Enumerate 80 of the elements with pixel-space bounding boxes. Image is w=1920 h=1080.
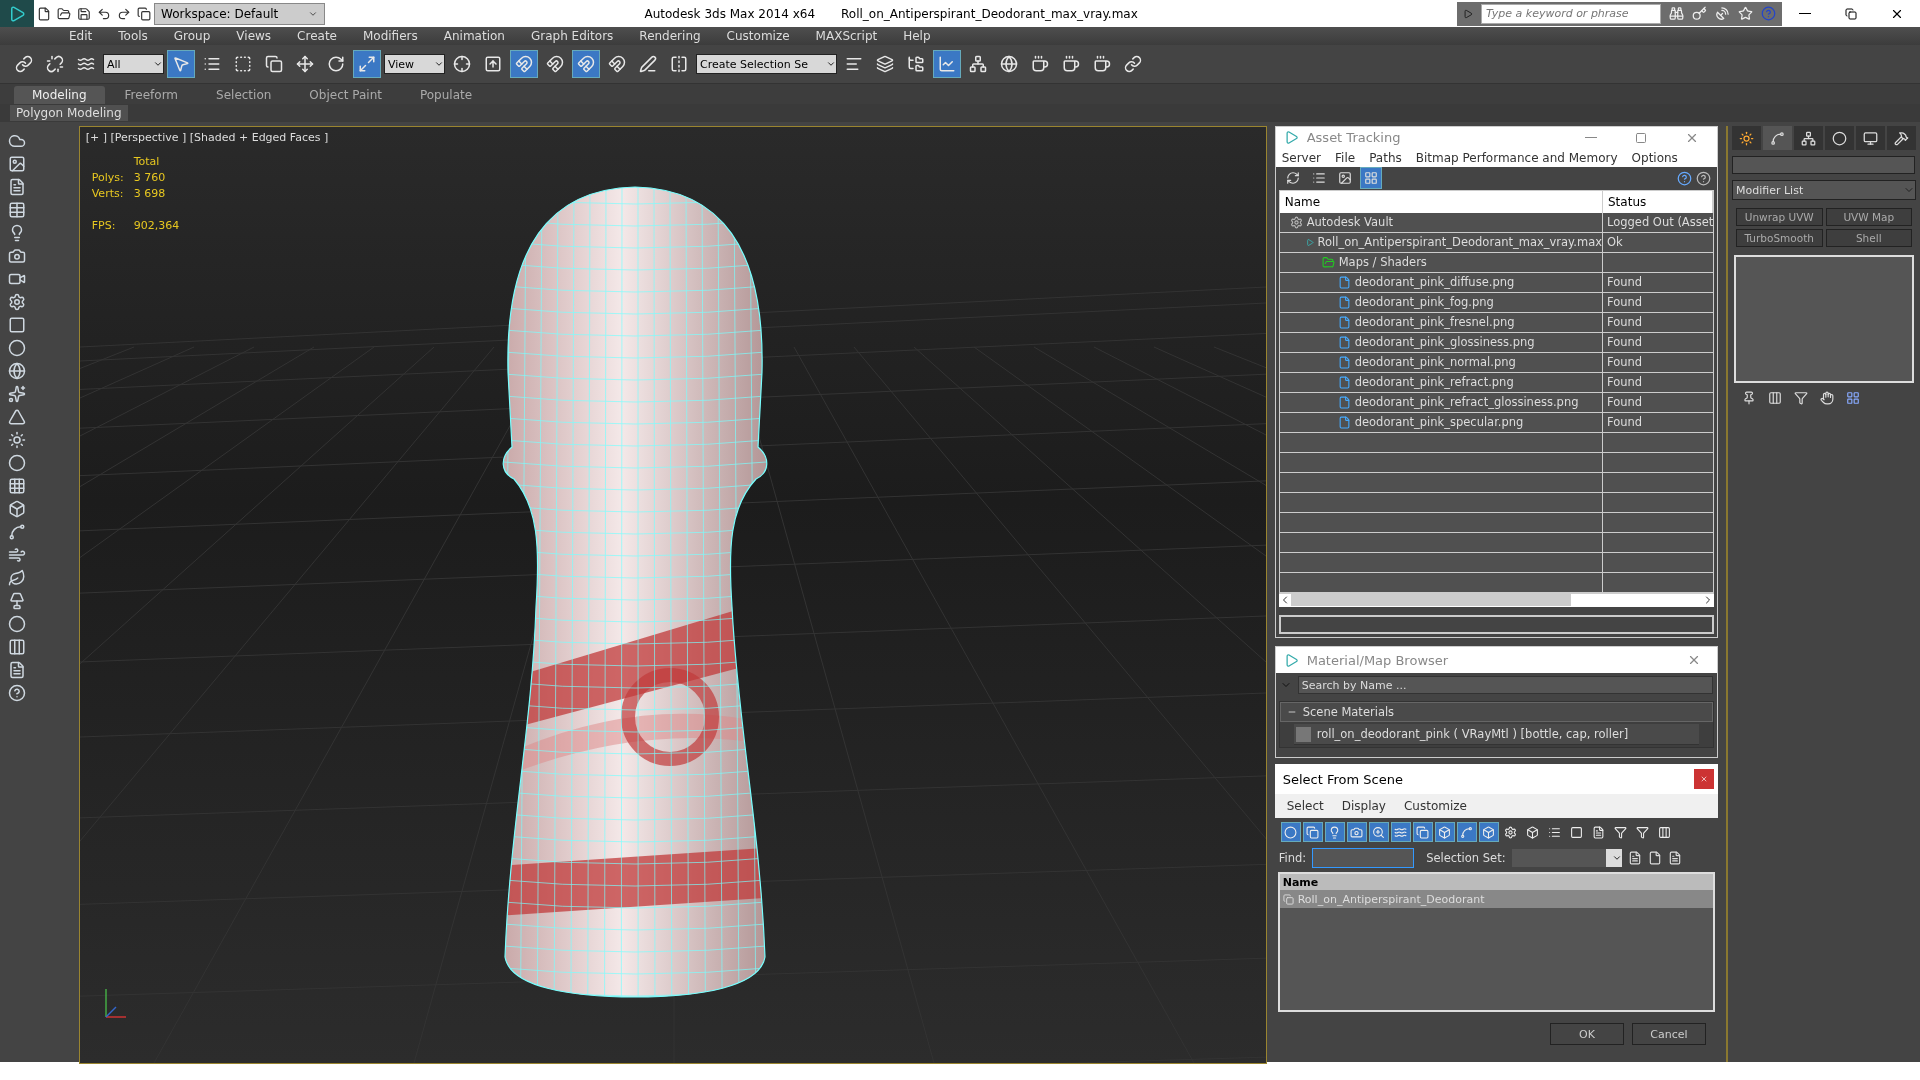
menu-item[interactable]: MAXScript bbox=[802, 29, 891, 43]
asset-name[interactable]: Maps / Shaders bbox=[1338, 255, 1427, 270]
asset-status: Logged Out (Asset bbox=[1606, 214, 1713, 232]
menu-item[interactable]: Select bbox=[1286, 799, 1324, 813]
menu-item[interactable]: File bbox=[1335, 150, 1356, 165]
group-header[interactable]: Scene Materials bbox=[1279, 702, 1713, 722]
menu-item[interactable]: Graph Editors bbox=[517, 29, 627, 43]
stats-label: FPS: bbox=[91, 219, 117, 232]
asset-name[interactable]: deodorant_pink_specular.png bbox=[1354, 415, 1524, 430]
ribbon-tab[interactable]: Modeling bbox=[14, 86, 105, 104]
column-header[interactable]: Status bbox=[1603, 190, 1713, 213]
ribbon-tab[interactable]: Selection bbox=[198, 86, 290, 104]
asset-name[interactable]: deodorant_pink_fresnel.png bbox=[1354, 315, 1515, 330]
menu-item[interactable]: Bitmap Performance and Memory bbox=[1415, 150, 1618, 165]
menu-item[interactable]: Create bbox=[284, 29, 350, 43]
column-header[interactable]: Name bbox=[1279, 190, 1603, 213]
asset-status: Found bbox=[1606, 274, 1644, 292]
stats-header: Total bbox=[133, 155, 161, 168]
toolbar-dropdown[interactable]: View bbox=[384, 54, 445, 74]
menu-item[interactable]: Display bbox=[1341, 799, 1386, 813]
menu-item[interactable]: Server bbox=[1281, 150, 1322, 165]
search-field[interactable]: Type a keyword or phrase bbox=[1481, 3, 1661, 24]
stats-label: Verts: bbox=[91, 187, 125, 200]
selection-set-label: Selection Set: bbox=[1426, 851, 1506, 865]
workspace-dropdown[interactable]: Workspace: Default bbox=[154, 2, 326, 25]
asset-name[interactable]: deodorant_pink_diffuse.png bbox=[1354, 275, 1515, 290]
viewport-label[interactable]: [+ ] [Perspective ] [Shaded + Edged Faces ] bbox=[85, 131, 329, 144]
menu-item[interactable]: Tools bbox=[105, 29, 161, 43]
modifier-button[interactable]: Shell bbox=[1825, 229, 1912, 247]
modifier-button[interactable]: TurboSmooth bbox=[1736, 229, 1823, 247]
asset-status: Found bbox=[1606, 294, 1644, 312]
find-label: Find: bbox=[1278, 851, 1307, 865]
menu-item[interactable]: Edit bbox=[56, 29, 106, 43]
column-header[interactable]: Name bbox=[1282, 875, 1319, 889]
ribbon-panel-label[interactable]: Polygon Modeling bbox=[10, 105, 128, 121]
toolbar-dropdown[interactable]: Create Selection Se bbox=[696, 54, 837, 74]
menu-item[interactable]: Modifiers bbox=[349, 29, 431, 43]
ribbon-tab[interactable]: Object Paint bbox=[291, 86, 400, 104]
stats-value: 3 698 bbox=[133, 187, 167, 200]
menu-item[interactable]: Views bbox=[223, 29, 285, 43]
menu-item[interactable]: Customize bbox=[1403, 799, 1467, 813]
stats-value: 902,364 bbox=[133, 219, 180, 232]
asset-status: Ok bbox=[1606, 234, 1624, 252]
dialog-title: Material/Map Browser bbox=[1306, 652, 1450, 668]
asset-name[interactable]: deodorant_pink_fog.png bbox=[1354, 295, 1494, 310]
dialog-button[interactable]: OK bbox=[1550, 1023, 1624, 1045]
toolbar-dropdown[interactable]: All bbox=[103, 54, 164, 74]
menu-item[interactable]: Help bbox=[890, 29, 944, 43]
modifier-button[interactable]: UVW Map bbox=[1825, 208, 1912, 226]
menu-item[interactable]: Animation bbox=[430, 29, 518, 43]
asset-status: Found bbox=[1606, 414, 1644, 432]
dialog-title: Asset Tracking bbox=[1306, 130, 1402, 146]
asset-name[interactable]: deodorant_pink_refract.png bbox=[1354, 375, 1514, 390]
file-name: Roll_on_Antiperspirant_Deodorant_max_vray.max bbox=[841, 6, 1138, 21]
search-field[interactable]: Search by Name ... bbox=[1297, 676, 1713, 694]
menu-item[interactable]: Options bbox=[1631, 150, 1678, 165]
asset-name[interactable]: Roll_on_Antiperspirant_Deodorant_max_vray.max bbox=[1317, 235, 1602, 250]
asset-status: Found bbox=[1606, 394, 1644, 412]
asset-name[interactable]: Autodesk Vault bbox=[1306, 215, 1394, 230]
asset-status: Found bbox=[1606, 354, 1644, 372]
dialog-button[interactable]: Cancel bbox=[1632, 1023, 1706, 1045]
asset-name[interactable]: deodorant_pink_refract_glossiness.png bbox=[1354, 395, 1579, 410]
asset-name[interactable]: deodorant_pink_glossiness.png bbox=[1354, 335, 1535, 350]
menu-item[interactable]: Paths bbox=[1369, 150, 1402, 165]
menu-item[interactable]: Group bbox=[160, 29, 224, 43]
asset-status: Found bbox=[1606, 334, 1644, 352]
asset-name[interactable]: deodorant_pink_normal.png bbox=[1354, 355, 1516, 370]
asset-status: Found bbox=[1606, 374, 1644, 392]
modifier-list-dropdown[interactable]: Modifier List bbox=[1732, 180, 1916, 200]
modifier-button[interactable]: Unwrap UVW bbox=[1736, 208, 1823, 226]
menu-item[interactable]: Customize bbox=[713, 29, 803, 43]
window-title: Autodesk 3ds Max 2014 x64 bbox=[644, 6, 816, 21]
asset-status: Found bbox=[1606, 314, 1644, 332]
dialog-title: Select From Scene bbox=[1282, 771, 1404, 787]
ribbon-tab[interactable]: Populate bbox=[401, 86, 491, 104]
perspective-viewport[interactable]: [+ ] [Perspective ] [Shaded + Edged Faces ] Total Polys: 3 760 Verts: 3 698 FPS: 902,364 bbox=[78, 126, 1267, 1064]
menu-item[interactable]: Rendering bbox=[626, 29, 714, 43]
stats-value: 3 760 bbox=[133, 171, 167, 184]
stats-label: Polys: bbox=[91, 171, 125, 184]
ribbon-tab[interactable]: Freeform bbox=[106, 86, 197, 104]
